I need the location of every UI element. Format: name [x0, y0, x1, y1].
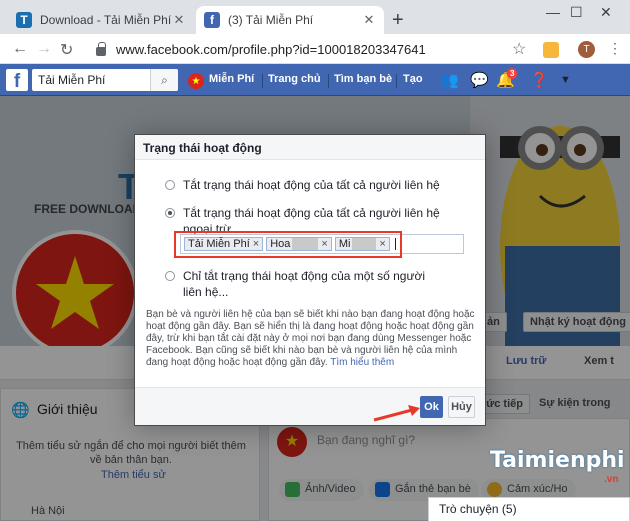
tab-title: (3) Tải Miễn Phí [228, 13, 314, 27]
facebook-logo-icon[interactable]: f [6, 69, 28, 92]
maximize-icon[interactable]: ☐ [570, 4, 583, 21]
forward-icon[interactable]: → [36, 40, 52, 58]
search-icon[interactable]: ⌕ [150, 69, 178, 91]
nav-divider [396, 74, 397, 88]
account-menu-icon[interactable]: ▼ [560, 74, 571, 86]
highlight-annotation [174, 231, 402, 258]
reload-icon[interactable]: ↻ [60, 40, 73, 60]
chat-sidebar-bar[interactable]: Trò chuyện (5) [428, 497, 630, 521]
watermark-suffix: .vn [604, 474, 619, 485]
ok-button[interactable]: Ok [420, 396, 443, 418]
extension-icon[interactable] [543, 42, 559, 58]
facebook-favicon-icon: f [204, 12, 220, 28]
lock-icon [96, 41, 106, 56]
friend-requests-icon[interactable]: 👥 [440, 71, 459, 89]
browser-tab-strip: T Download - Tải Miễn Phí VN - Ph ✕ f (3… [0, 0, 630, 34]
nav-create[interactable]: Tạo [403, 73, 423, 85]
menu-icon[interactable]: ⋮ [608, 40, 622, 57]
dialog-title: Trạng thái hoạt động [135, 135, 485, 160]
facebook-header: f Tải Miễn Phí ⌕ ★ Miễn Phí Trang chủ Tì… [0, 64, 630, 96]
account-avatar[interactable]: T [578, 41, 595, 58]
learn-more-link[interactable]: Tìm hiểu thêm [330, 357, 394, 368]
watermark-logo: Taimienphi [490, 448, 625, 473]
minimize-icon[interactable]: — [546, 4, 560, 20]
address-bar[interactable]: www.facebook.com/profile.php?id=10001820… [88, 37, 538, 61]
tab-title: Download - Tải Miễn Phí VN - Ph [40, 13, 172, 27]
back-icon[interactable]: ← [12, 40, 28, 58]
bookmark-star-icon[interactable]: ☆ [512, 39, 526, 59]
taimienphi-favicon-icon: T [16, 12, 32, 28]
notification-badge: 3 [507, 68, 518, 79]
option-label: Tắt trạng thái hoạt động của tất cả ngườ… [183, 178, 440, 192]
radio-turn-off-some[interactable] [165, 271, 175, 281]
close-tab-icon[interactable]: ✕ [362, 12, 376, 28]
dialog-description: Bạn bè và người liên hệ của bạn sẽ biết … [146, 309, 475, 368]
nav-profile[interactable]: Miễn Phí [209, 73, 254, 85]
radio-turn-off-all-except[interactable] [165, 208, 175, 218]
option-label: Chỉ tắt trạng thái hoạt động của một số … [183, 269, 426, 299]
active-status-dialog: Trạng thái hoạt động Tắt trạng thái hoạt… [134, 134, 486, 426]
url-text: www.facebook.com/profile.php?id=10001820… [116, 41, 426, 57]
browser-tab-download[interactable]: T Download - Tải Miễn Phí VN - Ph ✕ [8, 6, 194, 34]
help-icon[interactable]: ❓ [530, 71, 549, 89]
dialog-footer: Ok Hủy [135, 387, 485, 425]
browser-tab-facebook[interactable]: f (3) Tải Miễn Phí ✕ [196, 6, 384, 34]
new-tab-icon[interactable]: + [392, 9, 404, 32]
option-turn-off-some[interactable]: Chỉ tắt trạng thái hoạt động của một số … [165, 268, 435, 300]
nav-find-friends[interactable]: Tìm bạn bè [334, 73, 392, 85]
close-window-icon[interactable]: ✕ [600, 4, 612, 21]
close-tab-icon[interactable]: ✕ [172, 12, 186, 28]
option-turn-off-all[interactable]: Tắt trạng thái hoạt động của tất cả ngườ… [165, 177, 465, 193]
nav-divider [262, 74, 263, 88]
profile-avatar-icon[interactable]: ★ [188, 73, 204, 89]
annotation-arrow-icon [373, 405, 420, 422]
nav-divider [328, 74, 329, 88]
radio-turn-off-all[interactable] [165, 180, 175, 190]
messenger-icon[interactable]: 💬 [470, 71, 489, 89]
nav-home[interactable]: Trang chủ [268, 73, 321, 85]
chat-label: Trò chuyện (5) [439, 502, 517, 516]
cancel-button[interactable]: Hủy [448, 396, 475, 418]
browser-toolbar: ← → ↻ www.facebook.com/profile.php?id=10… [0, 34, 630, 64]
